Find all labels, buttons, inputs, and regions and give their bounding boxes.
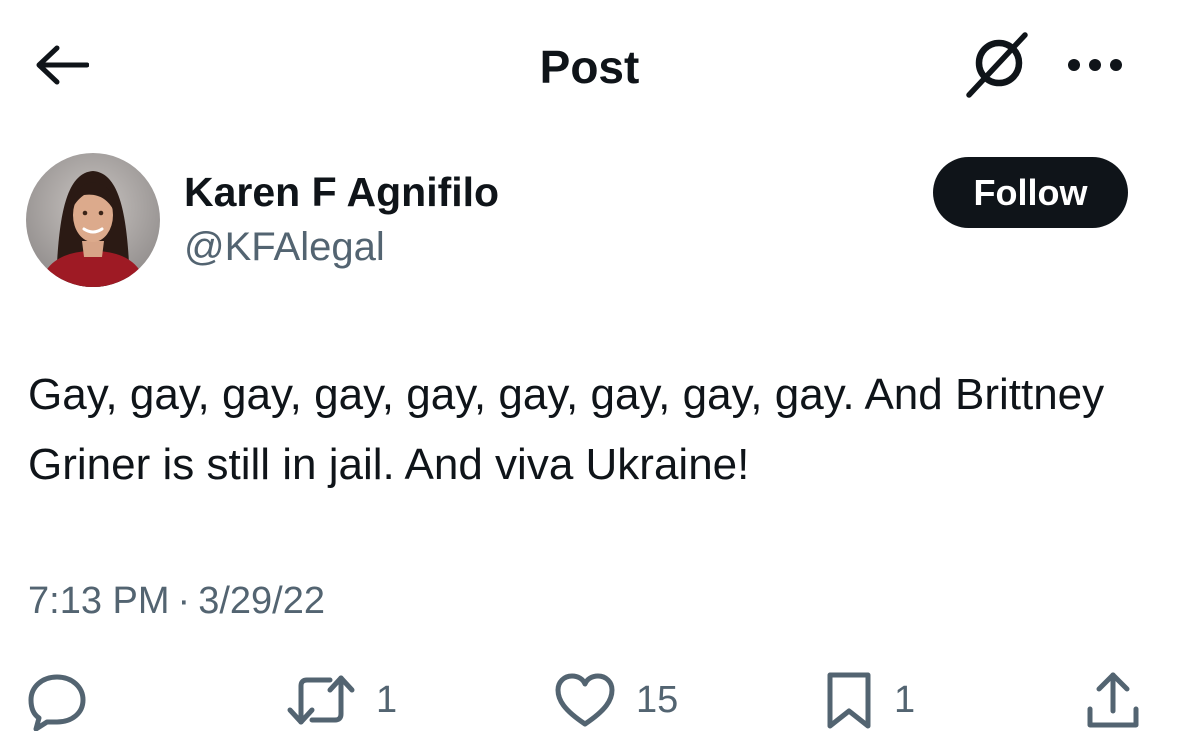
- reply-button[interactable]: [26, 665, 108, 735]
- author-handle[interactable]: @KFAlegal: [184, 222, 385, 272]
- heart-icon: [554, 672, 616, 728]
- tweet-time[interactable]: 7:13 PM: [28, 580, 170, 622]
- meta-separator: ·: [177, 580, 191, 622]
- more-options-button[interactable]: [1062, 44, 1128, 90]
- tweet-date[interactable]: 3/29/22: [198, 580, 325, 622]
- top-bar: Post: [0, 0, 1179, 135]
- grok-icon: [963, 29, 1033, 104]
- reply-icon: [26, 669, 88, 731]
- follow-button[interactable]: Follow: [933, 157, 1128, 228]
- action-bar: 1 15 1: [0, 665, 1179, 735]
- repost-count: 1: [376, 678, 398, 721]
- bookmark-button[interactable]: 1: [824, 665, 915, 735]
- repost-icon: [286, 672, 356, 728]
- like-button[interactable]: 15: [554, 665, 678, 735]
- bookmark-icon: [824, 669, 874, 731]
- tweet-text: Gay, gay, gay, gay, gay, gay, gay, gay, …: [28, 370, 1105, 489]
- share-icon: [1084, 669, 1142, 731]
- bookmark-count: 1: [894, 678, 916, 721]
- arrow-left-icon: [33, 45, 90, 90]
- tweet-timestamp: 7:13 PM · 3/29/22: [28, 576, 325, 626]
- avatar[interactable]: [26, 153, 160, 287]
- more-horizontal-icon: [1065, 57, 1125, 78]
- grok-button[interactable]: [962, 30, 1034, 102]
- author-display-name[interactable]: Karen F Agnifilo: [184, 166, 499, 218]
- back-button[interactable]: [28, 38, 94, 96]
- like-count: 15: [636, 678, 679, 721]
- share-button[interactable]: [1084, 665, 1142, 735]
- repost-button[interactable]: 1: [286, 665, 397, 735]
